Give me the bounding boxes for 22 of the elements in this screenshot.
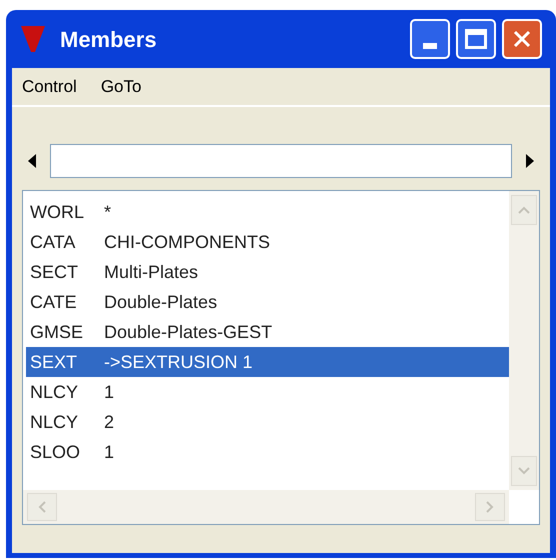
list-item[interactable]: WORL * xyxy=(26,197,509,227)
list-item[interactable]: NLCY 2 xyxy=(26,407,509,437)
list-item[interactable]: GMSE Double-Plates-GEST xyxy=(26,317,509,347)
input-field[interactable] xyxy=(50,144,512,178)
minimize-icon xyxy=(423,43,437,49)
close-button[interactable] xyxy=(502,19,542,59)
right-arrow-icon xyxy=(526,154,534,168)
list-item[interactable]: SECT Multi-Plates xyxy=(26,257,509,287)
left-arrow-icon xyxy=(28,154,36,168)
window-title: Members xyxy=(60,26,157,54)
list-item[interactable]: SLOO 1 xyxy=(26,437,509,467)
list-item[interactable]: CATA CHI-COMPONENTS xyxy=(26,227,509,257)
minimize-button[interactable] xyxy=(410,19,450,59)
app-icon xyxy=(20,24,46,54)
list-item[interactable]: SEXT ->SEXTRUSION 1 xyxy=(26,347,509,377)
list-item[interactable]: CATE Double-Plates xyxy=(26,287,509,317)
list-item[interactable]: NLCY 1 xyxy=(26,377,509,407)
maximize-icon xyxy=(465,29,487,49)
menu-item[interactable]: GoTo xyxy=(100,74,142,100)
close-icon xyxy=(512,29,532,49)
maximize-button[interactable] xyxy=(456,19,496,59)
menu-item[interactable]: Control xyxy=(22,74,77,100)
